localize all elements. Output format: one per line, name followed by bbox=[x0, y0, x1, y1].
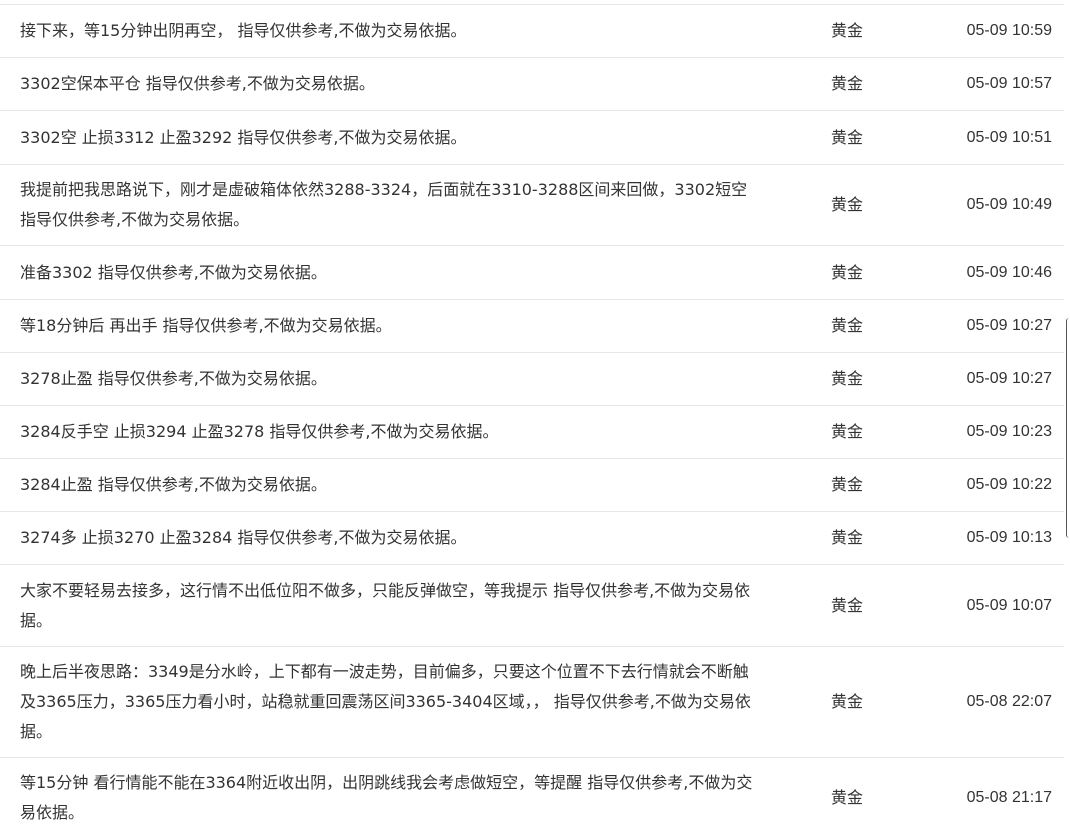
message-text: 3302空保本平仓 指导仅供参考,不做为交易依据。 bbox=[20, 74, 375, 93]
message-text: 准备3302 指导仅供参考,不做为交易依据。 bbox=[20, 262, 327, 282]
message-text: 3278止盈 指导仅供参考,不做为交易依据。 bbox=[20, 369, 327, 388]
scrollbar[interactable] bbox=[1066, 318, 1070, 538]
category-label: 黄金 bbox=[831, 127, 864, 147]
category-label: 黄金 bbox=[831, 422, 864, 441]
category-label: 黄金 bbox=[831, 788, 864, 807]
category-label: 黄金 bbox=[831, 692, 864, 711]
message-text: 3284止盈 指导仅供参考,不做为交易依据。 bbox=[20, 475, 327, 494]
category-label: 黄金 bbox=[831, 316, 864, 335]
timestamp: 05-09 10:51 bbox=[966, 128, 1052, 146]
message-text: 接下来，等15分钟出阴再空， 指导仅供参考,不做为交易依据。 bbox=[20, 21, 467, 40]
timestamp: 05-08 22:07 bbox=[966, 693, 1052, 710]
list-item: 3278止盈 指导仅供参考,不做为交易依据。 黄金 05-09 10:27 bbox=[0, 353, 1064, 406]
list-item: 大家不要轻易去接多，这行情不出低位阳不做多，只能反弹做空，等我提示 指导仅供参考… bbox=[0, 565, 1064, 647]
timestamp: 05-09 10:07 bbox=[966, 596, 1052, 614]
timestamp: 05-09 10:22 bbox=[966, 476, 1052, 493]
timestamp: 05-09 10:23 bbox=[966, 423, 1052, 440]
message-text: 3302空 止损3312 止盈3292 指导仅供参考,不做为交易依据。 bbox=[20, 127, 467, 147]
timestamp: 05-09 10:57 bbox=[966, 75, 1052, 92]
message-text: 大家不要轻易去接多，这行情不出低位阳不做多，只能反弹做空，等我提示 指导仅供参考… bbox=[20, 580, 751, 630]
category-label: 黄金 bbox=[831, 195, 864, 214]
list-item: 等15分钟 看行情能不能在3364附近收出阴，出阴跳线我会考虑做短空，等提醒 指… bbox=[0, 758, 1064, 838]
category-label: 黄金 bbox=[831, 262, 864, 282]
timestamp: 05-09 10:46 bbox=[966, 263, 1052, 281]
timestamp: 05-09 10:13 bbox=[966, 529, 1052, 546]
list-item: 晚上后半夜思路：3349是分水岭，上下都有一波走势，目前偏多，只要这个位置不下去… bbox=[0, 647, 1064, 758]
list-item: 3284反手空 止损3294 止盈3278 指导仅供参考,不做为交易依据。 黄金… bbox=[0, 406, 1064, 459]
category-label: 黄金 bbox=[831, 21, 864, 40]
category-label: 黄金 bbox=[831, 528, 864, 547]
category-label: 黄金 bbox=[831, 475, 864, 494]
message-text: 3274多 止损3270 止盈3284 指导仅供参考,不做为交易依据。 bbox=[20, 528, 467, 547]
category-label: 黄金 bbox=[831, 595, 864, 615]
timestamp: 05-09 10:59 bbox=[966, 22, 1052, 39]
category-label: 黄金 bbox=[831, 369, 864, 388]
list-item: 接下来，等15分钟出阴再空， 指导仅供参考,不做为交易依据。 黄金 05-09 … bbox=[0, 5, 1064, 58]
list-item: 我提前把我思路说下，刚才是虚破箱体依然3288-3324，后面就在3310-32… bbox=[0, 165, 1064, 246]
list-item: 准备3302 指导仅供参考,不做为交易依据。 黄金 05-09 10:46 bbox=[0, 246, 1064, 300]
message-text: 晚上后半夜思路：3349是分水岭，上下都有一波走势，目前偏多，只要这个位置不下去… bbox=[20, 662, 751, 741]
list-item: 3284止盈 指导仅供参考,不做为交易依据。 黄金 05-09 10:22 bbox=[0, 459, 1064, 512]
list-item: 等18分钟后 再出手 指导仅供参考,不做为交易依据。 黄金 05-09 10:2… bbox=[0, 300, 1064, 353]
message-text: 3284反手空 止损3294 止盈3278 指导仅供参考,不做为交易依据。 bbox=[20, 422, 499, 441]
message-text: 等15分钟 看行情能不能在3364附近收出阴，出阴跳线我会考虑做短空，等提醒 指… bbox=[20, 773, 753, 822]
timestamp: 05-09 10:27 bbox=[966, 317, 1052, 334]
list-item: 3274多 止损3270 止盈3284 指导仅供参考,不做为交易依据。 黄金 0… bbox=[0, 512, 1064, 565]
message-text: 等18分钟后 再出手 指导仅供参考,不做为交易依据。 bbox=[20, 316, 392, 335]
message-text: 我提前把我思路说下，刚才是虚破箱体依然3288-3324，后面就在3310-32… bbox=[20, 180, 748, 229]
message-list: 接下来，等15分钟出阴再空， 指导仅供参考,不做为交易依据。 黄金 05-09 … bbox=[0, 4, 1064, 838]
timestamp: 05-09 10:49 bbox=[966, 196, 1052, 213]
category-label: 黄金 bbox=[831, 74, 864, 93]
timestamp: 05-08 21:17 bbox=[966, 789, 1052, 806]
list-item: 3302空 止损3312 止盈3292 指导仅供参考,不做为交易依据。 黄金 0… bbox=[0, 111, 1064, 165]
list-item: 3302空保本平仓 指导仅供参考,不做为交易依据。 黄金 05-09 10:57 bbox=[0, 58, 1064, 111]
timestamp: 05-09 10:27 bbox=[966, 370, 1052, 387]
